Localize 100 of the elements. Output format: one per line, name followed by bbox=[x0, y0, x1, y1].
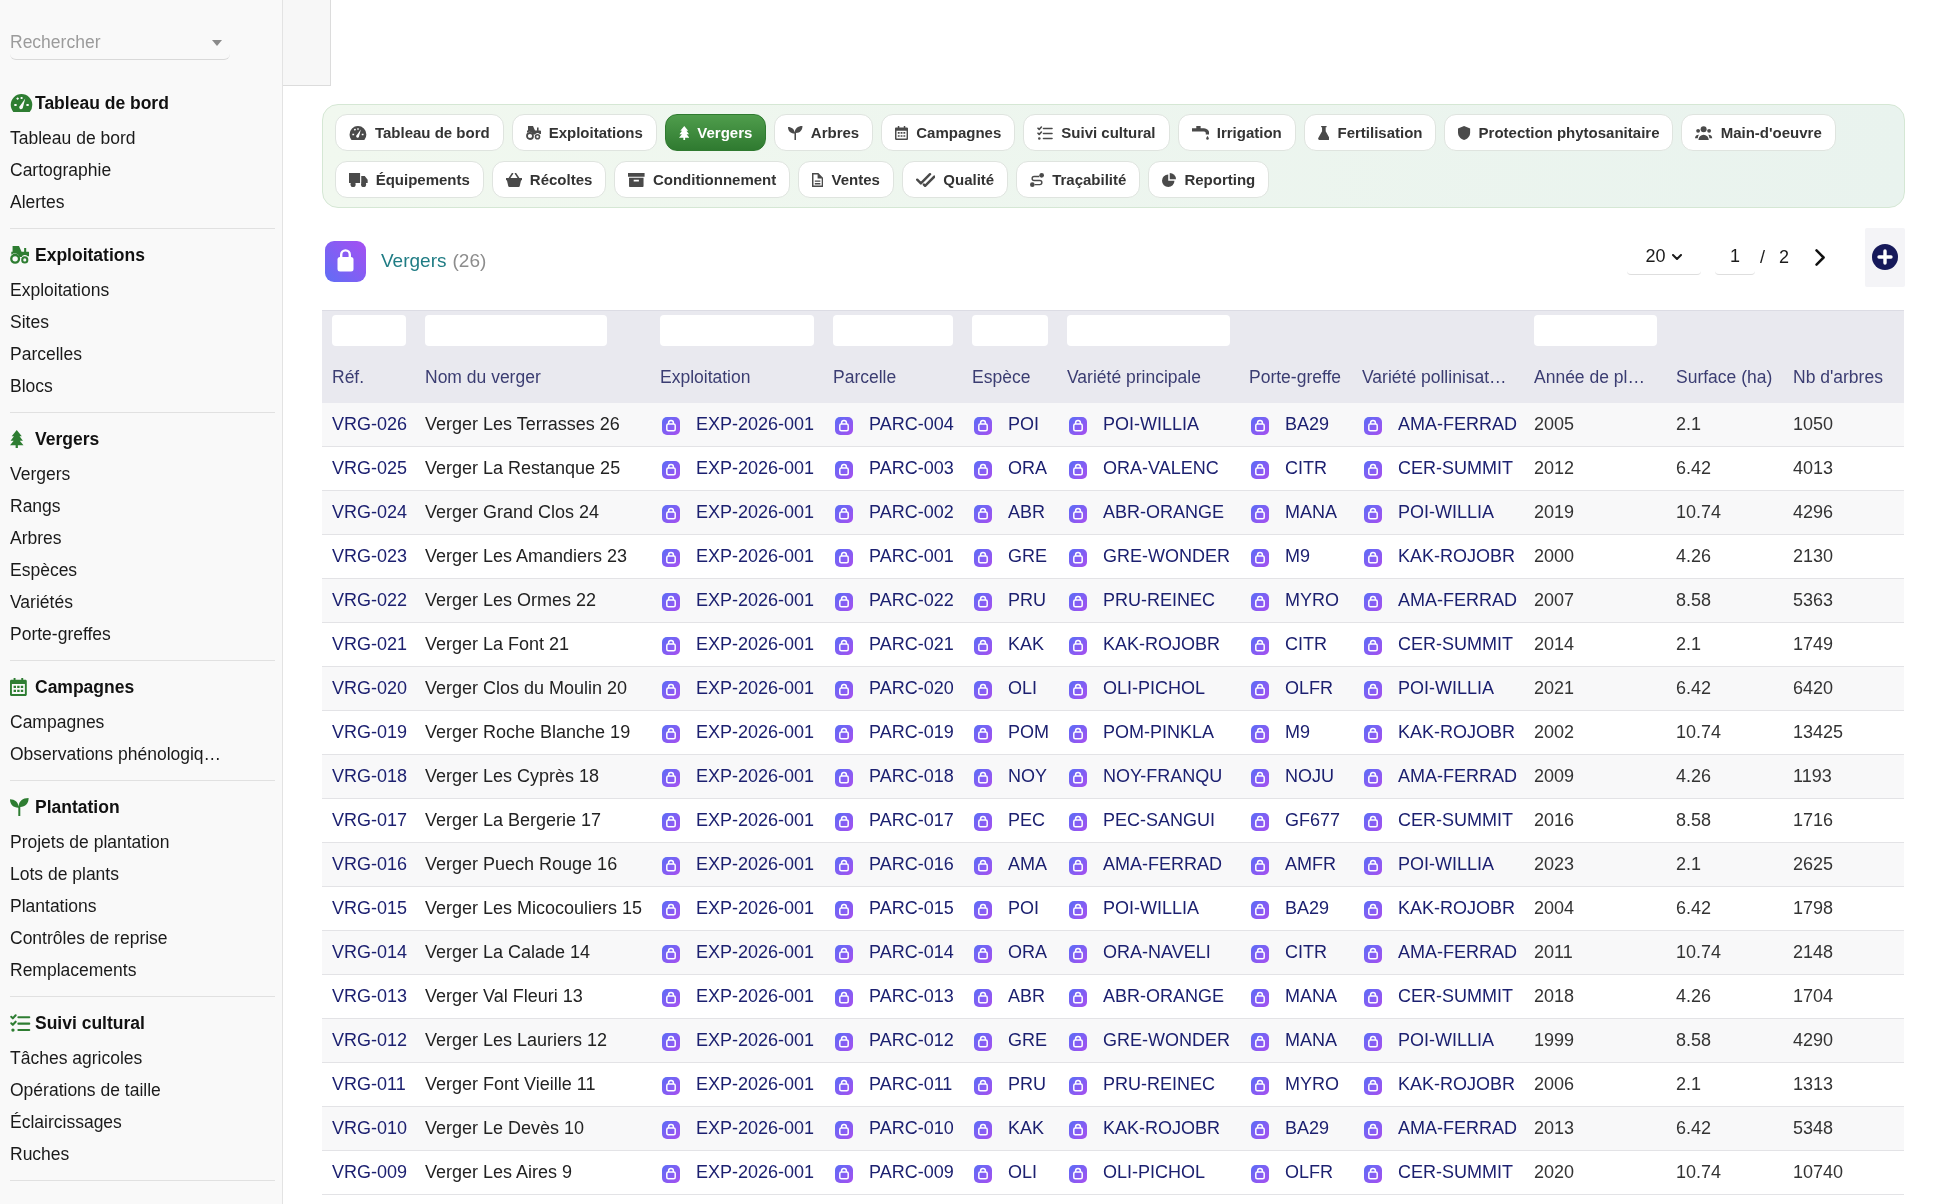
record-link[interactable]: POI bbox=[1008, 898, 1039, 919]
record-link[interactable]: POI-WILLIA bbox=[1398, 854, 1495, 875]
record-link[interactable]: POI-WILLIA bbox=[1398, 678, 1495, 699]
record-link[interactable]: KAK-ROJOBR bbox=[1103, 634, 1221, 655]
ref-link[interactable]: VRG-014 bbox=[332, 942, 408, 962]
tab[interactable]: Traçabilité bbox=[1016, 161, 1141, 198]
record-link[interactable]: ORA bbox=[1008, 942, 1047, 963]
sidebar-item[interactable]: Tâches agricoles bbox=[10, 1042, 275, 1074]
sidebar-item[interactable]: Alertes bbox=[10, 186, 275, 218]
record-link[interactable]: AMA-FERRAD bbox=[1398, 1118, 1517, 1139]
record-link[interactable]: PARC-022 bbox=[869, 590, 954, 611]
ref-link[interactable]: VRG-019 bbox=[332, 722, 408, 742]
record-link[interactable]: OLFR bbox=[1285, 1162, 1333, 1183]
record-link[interactable]: EXP-2026-001 bbox=[696, 1030, 815, 1051]
sidebar-item[interactable]: Observations phénologiq… bbox=[10, 738, 275, 770]
ref-link[interactable]: VRG-016 bbox=[332, 854, 408, 874]
record-link[interactable]: AMA-FERRAD bbox=[1398, 942, 1517, 963]
sidebar-item[interactable]: Cartographie bbox=[10, 154, 275, 186]
tab[interactable]: Protection phytosanitaire bbox=[1444, 114, 1674, 151]
record-link[interactable]: AMFR bbox=[1285, 854, 1336, 875]
record-link[interactable]: POI-WILLIA bbox=[1103, 898, 1200, 919]
sidebar-item[interactable]: Porte-greffes bbox=[10, 618, 275, 650]
record-link[interactable]: ORA-VALENC bbox=[1103, 458, 1219, 479]
ref-link[interactable]: VRG-025 bbox=[332, 458, 408, 478]
ref-link[interactable]: VRG-022 bbox=[332, 590, 408, 610]
record-link[interactable]: OLI bbox=[1008, 1162, 1037, 1183]
tab[interactable]: Équipements bbox=[335, 161, 484, 198]
record-link[interactable]: PARC-001 bbox=[869, 546, 954, 567]
record-link[interactable]: KAK-ROJOBR bbox=[1398, 546, 1516, 567]
record-link[interactable]: NOJU bbox=[1285, 766, 1334, 787]
ref-link[interactable]: VRG-012 bbox=[332, 1030, 408, 1050]
record-link[interactable]: PARC-002 bbox=[869, 502, 954, 523]
record-link[interactable]: EXP-2026-001 bbox=[696, 590, 815, 611]
record-link[interactable]: KAK bbox=[1008, 1118, 1045, 1139]
record-link[interactable]: BA29 bbox=[1285, 898, 1330, 919]
record-link[interactable]: OLFR bbox=[1285, 678, 1333, 699]
sidebar-item[interactable]: Vergers bbox=[10, 458, 275, 490]
record-link[interactable]: CER-SUMMIT bbox=[1398, 810, 1513, 831]
record-link[interactable]: PARC-012 bbox=[869, 1030, 954, 1051]
record-link[interactable]: CER-SUMMIT bbox=[1398, 458, 1513, 479]
record-link[interactable]: EXP-2026-001 bbox=[696, 898, 815, 919]
record-link[interactable]: MANA bbox=[1285, 502, 1337, 523]
next-page-button[interactable] bbox=[1813, 246, 1827, 268]
sidebar-item[interactable]: Blocs bbox=[10, 370, 275, 402]
record-link[interactable]: AMA-FERRAD bbox=[1398, 590, 1517, 611]
record-link[interactable]: EXP-2026-001 bbox=[696, 634, 815, 655]
record-link[interactable]: PARC-004 bbox=[869, 414, 954, 435]
record-link[interactable]: EXP-2026-001 bbox=[696, 854, 815, 875]
column-header[interactable]: Réf. bbox=[332, 366, 411, 388]
column-header[interactable]: Espèce bbox=[972, 366, 1053, 388]
sidebar-item[interactable]: Projets de plantation bbox=[10, 826, 275, 858]
page-field[interactable]: 1 bbox=[1714, 239, 1755, 275]
record-link[interactable]: POI bbox=[1008, 414, 1039, 435]
record-link[interactable]: ORA-NAVELI bbox=[1103, 942, 1211, 963]
record-link[interactable]: POM bbox=[1008, 722, 1049, 743]
record-link[interactable]: PARC-021 bbox=[869, 634, 954, 655]
tab[interactable]: Récoltes bbox=[491, 161, 607, 198]
record-link[interactable]: OLI bbox=[1008, 678, 1037, 699]
record-link[interactable]: M9 bbox=[1285, 546, 1310, 567]
ref-link[interactable]: VRG-018 bbox=[332, 766, 408, 786]
record-link[interactable]: PARC-013 bbox=[869, 986, 954, 1007]
record-link[interactable]: EXP-2026-001 bbox=[696, 986, 815, 1007]
record-link[interactable]: EXP-2026-001 bbox=[696, 414, 815, 435]
tab[interactable]: Ventes bbox=[798, 161, 894, 198]
record-link[interactable]: CITR bbox=[1285, 458, 1327, 479]
sidebar-item[interactable]: Arbres bbox=[10, 522, 275, 554]
record-link[interactable]: PARC-003 bbox=[869, 458, 954, 479]
sidebar-item[interactable]: Opérations de taille bbox=[10, 1074, 275, 1106]
record-link[interactable]: MYRO bbox=[1285, 590, 1339, 611]
record-link[interactable]: KAK-ROJOBR bbox=[1103, 1118, 1221, 1139]
record-link[interactable]: PARC-017 bbox=[869, 810, 954, 831]
ref-link[interactable]: VRG-010 bbox=[332, 1118, 408, 1138]
ref-link[interactable]: VRG-009 bbox=[332, 1162, 408, 1182]
record-link[interactable]: BA29 bbox=[1285, 1118, 1330, 1139]
record-link[interactable]: AMA-FERRAD bbox=[1398, 414, 1517, 435]
column-header[interactable]: Nb d'arbres bbox=[1793, 366, 1900, 388]
tab[interactable]: Campagnes bbox=[881, 114, 1016, 151]
record-link[interactable]: POI-WILLIA bbox=[1398, 1030, 1495, 1051]
tab[interactable]: Fertilisation bbox=[1303, 114, 1437, 151]
record-link[interactable]: ABR-ORANGE bbox=[1103, 986, 1225, 1007]
record-link[interactable]: AMA-FERRAD bbox=[1398, 766, 1517, 787]
column-header[interactable]: Variété principale bbox=[1067, 366, 1235, 388]
sidebar-item[interactable]: Lots de plants bbox=[10, 858, 275, 890]
sidebar-item[interactable]: Espèces bbox=[10, 554, 275, 586]
ref-link[interactable]: VRG-021 bbox=[332, 634, 408, 654]
record-link[interactable]: M9 bbox=[1285, 722, 1310, 743]
record-link[interactable]: PEC-SANGUI bbox=[1103, 810, 1216, 831]
record-link[interactable]: PRU bbox=[1008, 590, 1046, 611]
add-button[interactable] bbox=[1865, 227, 1905, 287]
sidebar-item[interactable]: Remplacements bbox=[10, 954, 275, 986]
record-link[interactable]: ORA bbox=[1008, 458, 1047, 479]
sidebar-item[interactable]: Plantations bbox=[10, 890, 275, 922]
ref-link[interactable]: VRG-023 bbox=[332, 546, 408, 566]
record-link[interactable]: PARC-011 bbox=[869, 1074, 953, 1095]
record-link[interactable]: AMA bbox=[1008, 854, 1047, 875]
record-link[interactable]: POI-WILLIA bbox=[1103, 414, 1200, 435]
record-link[interactable]: GRE-WONDER bbox=[1103, 1030, 1230, 1051]
sidebar-item[interactable]: Exploitations bbox=[10, 274, 275, 306]
record-link[interactable]: POI-WILLIA bbox=[1398, 502, 1495, 523]
record-link[interactable]: KAK-ROJOBR bbox=[1398, 1074, 1516, 1095]
